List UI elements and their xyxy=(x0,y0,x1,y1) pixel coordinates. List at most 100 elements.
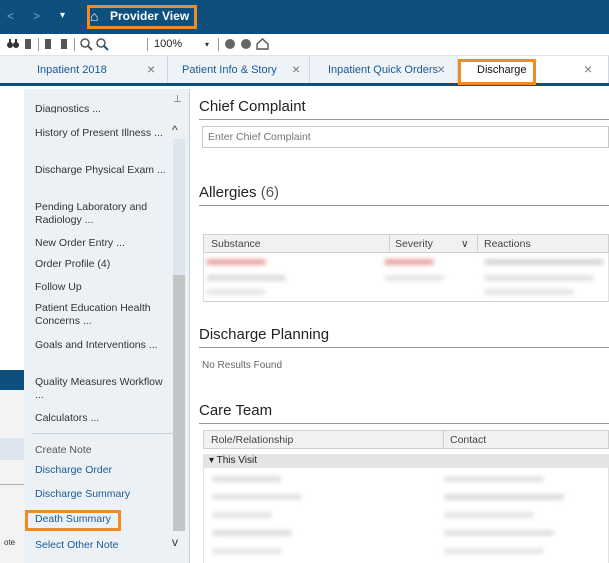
column-divider xyxy=(443,431,444,449)
background-window-text: ote xyxy=(4,538,16,547)
column-substance[interactable]: Substance xyxy=(211,238,261,250)
this-visit-label: ▾ This Visit xyxy=(209,455,257,466)
sidebar-item-calculators[interactable]: Calculators ... xyxy=(35,412,171,425)
circle-icon[interactable] xyxy=(240,38,252,50)
column-divider xyxy=(477,235,478,253)
redacted-text xyxy=(484,289,574,295)
redacted-text xyxy=(206,259,266,265)
redacted-text xyxy=(444,530,554,536)
redacted-text xyxy=(212,548,282,554)
forward-button[interactable]: > xyxy=(33,9,40,23)
tab-label: Patient Info & Story xyxy=(182,64,277,76)
redacted-text xyxy=(212,530,292,536)
document-icon[interactable] xyxy=(24,38,33,50)
close-icon[interactable]: × xyxy=(584,61,592,77)
toolbar-divider xyxy=(147,38,148,51)
redacted-text xyxy=(444,548,544,554)
sidebar-item-follow-up[interactable]: Follow Up xyxy=(35,281,171,294)
toolbar: 100% ▾ xyxy=(0,34,609,56)
redacted-text xyxy=(206,289,266,295)
close-icon[interactable]: × xyxy=(292,61,300,77)
toolbar-divider xyxy=(38,38,39,51)
sidebar-divider xyxy=(32,433,177,434)
circle-icon[interactable] xyxy=(224,38,236,50)
sidebar-item-pending-lab[interactable]: Pending Laboratory and Radiology ... xyxy=(35,201,171,227)
print-icon[interactable] xyxy=(44,38,53,50)
sidebar-item-quality-measures[interactable]: Quality Measures Workflow ... xyxy=(35,376,171,402)
zoom-in-icon[interactable] xyxy=(96,38,109,51)
discharge-order-link[interactable]: Discharge Order xyxy=(35,464,112,476)
no-results-text: No Results Found xyxy=(202,360,283,371)
scrollbar-thumb[interactable] xyxy=(173,275,185,531)
section-divider xyxy=(199,347,609,348)
section-divider xyxy=(199,119,609,120)
zoom-dropdown-icon[interactable]: ▾ xyxy=(205,40,209,49)
background-window xyxy=(0,370,24,563)
tab-inpatient-quick-orders[interactable]: Inpatient Quick Orders × xyxy=(310,56,458,83)
background-window-divider xyxy=(0,484,24,485)
care-team-table-body xyxy=(203,468,609,563)
select-other-note-link[interactable]: Select Other Note xyxy=(35,539,118,551)
zoom-out-icon[interactable] xyxy=(80,38,93,51)
redacted-text xyxy=(206,275,286,281)
sidebar-item-physical-exam[interactable]: Discharge Physical Exam ... xyxy=(35,164,171,177)
tab-inpatient-2018[interactable]: Inpatient 2018 × xyxy=(0,56,168,83)
scroll-up-icon[interactable]: ^ xyxy=(172,123,178,137)
sidebar-item-goals[interactable]: Goals and Interventions ... xyxy=(35,339,171,352)
sidebar-item-new-order[interactable]: New Order Entry ... xyxy=(35,237,171,250)
close-icon[interactable]: × xyxy=(437,61,445,77)
sidebar-item-diagnostics[interactable]: Diagnostics ... xyxy=(35,103,171,113)
back-button[interactable]: < xyxy=(7,9,14,23)
care-team-title: Care Team xyxy=(199,402,273,419)
section-divider xyxy=(199,423,609,424)
allergies-title: Allergies (6) xyxy=(199,184,279,201)
window-title: Provider View xyxy=(110,9,190,23)
toolbar-divider xyxy=(218,38,219,51)
redacted-text xyxy=(212,494,302,500)
redacted-text xyxy=(484,259,604,265)
tab-label: Inpatient 2018 xyxy=(37,64,107,76)
this-visit-group[interactable]: ▾ This Visit xyxy=(203,454,609,468)
group-name: This Visit xyxy=(216,455,258,466)
sidebar-item-order-profile[interactable]: Order Profile (4) xyxy=(35,258,171,271)
sidebar-item-patient-education[interactable]: Patient Education Health Concerns ... xyxy=(35,302,171,328)
sort-icon[interactable]: ∨ xyxy=(461,238,469,250)
create-note-header: Create Note xyxy=(35,444,92,456)
background-window-titlebar xyxy=(0,370,24,390)
redacted-text xyxy=(212,512,272,518)
section-divider xyxy=(199,205,609,206)
allergies-table-header: Substance Severity ∨ Reactions xyxy=(203,234,609,253)
scroll-down-icon[interactable]: v xyxy=(172,535,178,549)
chief-complaint-title: Chief Complaint xyxy=(199,98,306,115)
column-role[interactable]: Role/Relationship xyxy=(211,434,293,446)
redacted-text xyxy=(444,512,534,518)
page-icon[interactable] xyxy=(60,38,69,50)
expand-toggle-icon[interactable]: ▾ xyxy=(209,455,214,466)
sidebar-item-history[interactable]: History of Present Illness ... xyxy=(35,127,171,140)
column-severity[interactable]: Severity xyxy=(395,238,433,250)
close-icon[interactable]: × xyxy=(147,61,155,77)
sidebar: ⊥ ^ v Diagnostics ... History of Present… xyxy=(24,89,190,563)
allergies-count: (6) xyxy=(260,184,280,201)
redacted-text xyxy=(384,259,434,265)
tab-label: Inpatient Quick Orders xyxy=(328,64,439,76)
discharge-summary-link[interactable]: Discharge Summary xyxy=(35,488,130,500)
redacted-text xyxy=(444,476,544,482)
discharge-tab-highlight xyxy=(458,59,536,85)
pin-icon[interactable]: ⊥ xyxy=(173,94,182,105)
chief-complaint-input[interactable] xyxy=(202,126,609,148)
column-contact[interactable]: Contact xyxy=(450,434,486,446)
binoculars-icon[interactable] xyxy=(6,38,20,50)
redacted-text xyxy=(484,275,594,281)
tab-patient-info[interactable]: Patient Info & Story × xyxy=(168,56,310,83)
care-team-table-header: Role/Relationship Contact xyxy=(203,430,609,449)
home-toolbar-icon[interactable] xyxy=(256,38,269,50)
redacted-text xyxy=(212,476,282,482)
discharge-planning-title: Discharge Planning xyxy=(199,326,330,343)
zoom-level[interactable]: 100% xyxy=(154,38,182,50)
nav-dropdown-icon[interactable]: ▾ xyxy=(60,10,65,21)
redacted-text xyxy=(444,494,564,500)
column-reactions[interactable]: Reactions xyxy=(484,238,531,250)
main-content: Chief Complaint Allergies (6) Substance … xyxy=(190,89,609,563)
death-summary-highlight xyxy=(25,510,121,531)
